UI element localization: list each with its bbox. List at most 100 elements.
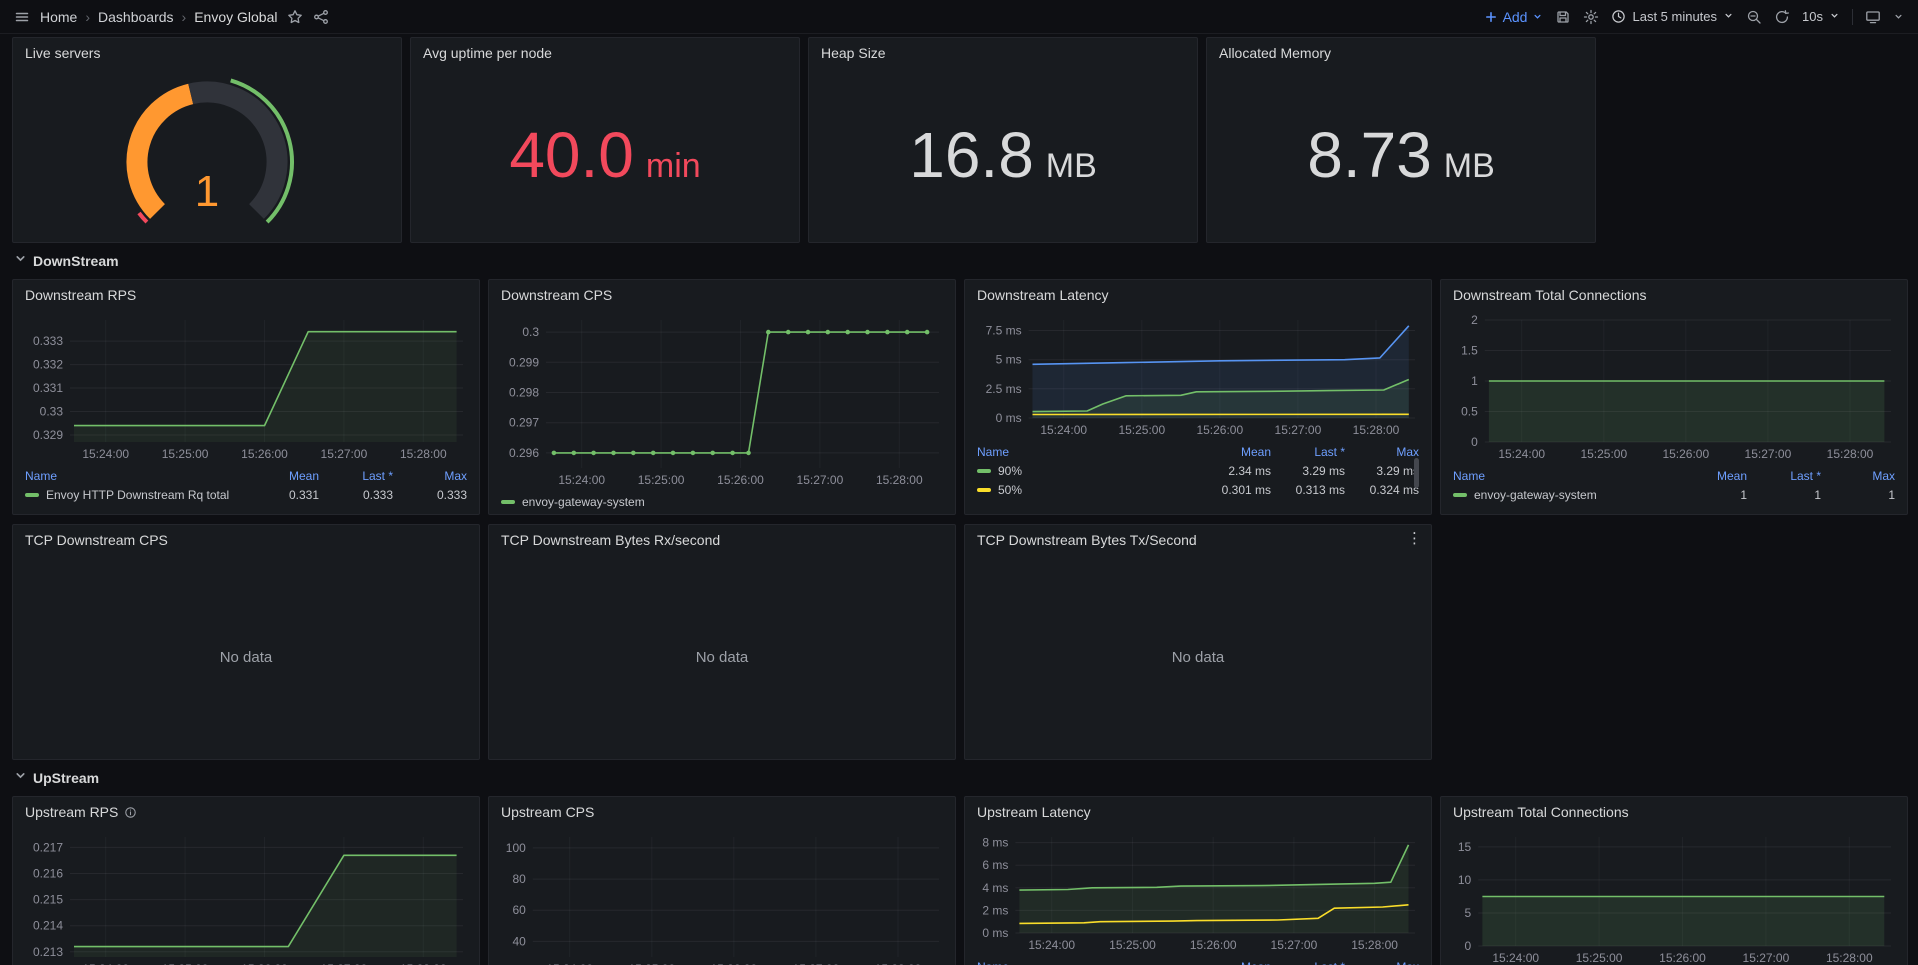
legend-series-marker xyxy=(1453,493,1467,497)
legend-row: 99%4.89 ms8 ms8 ms xyxy=(977,499,1419,504)
time-series-chart[interactable]: 15:24:0015:25:0015:26:0015:27:0015:28:00… xyxy=(23,312,469,464)
svg-text:15:26:00: 15:26:00 xyxy=(1196,423,1243,437)
time-series-chart[interactable]: 15:24:0015:25:0015:26:0015:27:0015:28:00… xyxy=(23,829,469,965)
panel-title[interactable]: TCP Downstream Bytes Rx/second xyxy=(489,525,955,555)
time-series-chart[interactable]: 15:24:0015:25:0015:26:0015:27:0015:28:00… xyxy=(1451,829,1897,965)
legend-series-marker xyxy=(977,488,991,492)
stat-value: 40.0 xyxy=(509,123,634,187)
panel-title[interactable]: TCP Downstream CPS xyxy=(13,525,479,555)
svg-text:7.5 ms: 7.5 ms xyxy=(986,324,1022,338)
panel-live-servers: Live servers 1 xyxy=(12,37,402,243)
panel-title[interactable]: Downstream RPS xyxy=(13,280,479,310)
panel-title[interactable]: Upstream Latency xyxy=(965,797,1431,827)
panel-title[interactable]: Live servers xyxy=(13,38,401,68)
legend-series-marker xyxy=(25,493,39,497)
svg-text:0.3: 0.3 xyxy=(522,325,539,339)
time-series-chart[interactable]: 15:24:0015:25:0015:26:0015:27:0015:28:00… xyxy=(1451,312,1897,464)
legend-row: envoy-gateway-system xyxy=(501,492,943,511)
section-downstream-header[interactable]: DownStream xyxy=(14,243,119,279)
svg-text:15:27:00: 15:27:00 xyxy=(1275,423,1322,437)
section-upstream-header[interactable]: UpStream xyxy=(14,760,99,796)
breadcrumb: Home › Dashboards › Envoy Global xyxy=(40,9,277,25)
chart-legend: NameMeanLast *Max Envoy HTTP Downstream R… xyxy=(25,466,467,504)
panel-title[interactable]: Avg uptime per node xyxy=(411,38,799,68)
gauge-body: 1 xyxy=(13,68,401,242)
legend-series-label[interactable]: Envoy HTTP Downstream Rq total xyxy=(25,488,245,502)
svg-text:0.299: 0.299 xyxy=(509,355,539,369)
panel-title[interactable]: Downstream CPS xyxy=(489,280,955,310)
chevron-down-icon xyxy=(14,769,27,787)
svg-text:0.296: 0.296 xyxy=(509,446,539,460)
panel-title[interactable]: TCP Downstream Bytes Tx/Second xyxy=(965,525,1431,555)
svg-text:40: 40 xyxy=(512,934,526,948)
svg-text:15:27:00: 15:27:00 xyxy=(321,447,368,461)
legend-header: NameMeanLast *Max xyxy=(25,466,467,485)
svg-text:0.216: 0.216 xyxy=(33,867,63,881)
panel-title[interactable]: Heap Size xyxy=(809,38,1197,68)
panel-title[interactable]: Allocated Memory xyxy=(1207,38,1595,68)
svg-text:15:28:00: 15:28:00 xyxy=(400,447,447,461)
svg-text:60: 60 xyxy=(512,903,526,917)
panel-downstream-cps: Downstream CPS 15:24:0015:25:0015:26:001… xyxy=(488,279,956,515)
legend-series-label[interactable]: envoy-gateway-system xyxy=(1453,488,1673,502)
panel-title[interactable]: Downstream Latency xyxy=(965,280,1431,310)
section-title: UpStream xyxy=(33,770,99,786)
legend-series-label[interactable]: 90% xyxy=(977,464,1197,478)
svg-text:0.215: 0.215 xyxy=(33,893,63,907)
refresh-interval-dropdown[interactable]: 10s xyxy=(1802,9,1840,24)
legend-series-label[interactable]: envoy-gateway-system xyxy=(501,495,943,509)
svg-text:0.333: 0.333 xyxy=(33,334,63,348)
svg-text:0.5: 0.5 xyxy=(1461,405,1478,419)
info-icon[interactable] xyxy=(124,806,137,819)
time-series-chart[interactable]: 15:24:0015:25:0015:26:0015:27:0015:28:00… xyxy=(499,829,945,965)
chevron-down-icon xyxy=(1723,9,1734,24)
panel-title[interactable]: Downstream Total Connections xyxy=(1441,280,1907,310)
save-dashboard-icon[interactable] xyxy=(1555,9,1571,25)
svg-text:2 ms: 2 ms xyxy=(982,903,1008,917)
svg-text:0.217: 0.217 xyxy=(33,840,63,854)
share-icon[interactable] xyxy=(313,9,329,25)
breadcrumb-home[interactable]: Home xyxy=(40,9,77,25)
legend-scrollbar[interactable] xyxy=(1414,458,1419,488)
chevron-down-icon xyxy=(14,252,27,270)
svg-text:15:26:00: 15:26:00 xyxy=(717,473,764,487)
panel-tcp-downstream-cps: TCP Downstream CPS No data xyxy=(12,524,480,760)
row-downstream-2: TCP Downstream CPS No data TCP Downstrea… xyxy=(12,524,1432,760)
svg-text:15:27:00: 15:27:00 xyxy=(1745,447,1792,461)
hamburger-menu-icon[interactable] xyxy=(14,9,30,25)
legend-header: NameMeanLast *Max xyxy=(977,442,1419,461)
legend-row: envoy-gateway-system111 xyxy=(1453,485,1895,504)
svg-text:15:24:00: 15:24:00 xyxy=(1028,938,1075,952)
panel-upstream-latency: Upstream Latency 15:24:0015:25:0015:26:0… xyxy=(964,796,1432,965)
breadcrumb-separator: › xyxy=(182,9,187,25)
legend-series-marker xyxy=(501,500,515,504)
legend-series-label[interactable]: 50% xyxy=(977,483,1197,497)
svg-text:15:27:00: 15:27:00 xyxy=(1743,951,1790,965)
panel-title[interactable]: Upstream RPS xyxy=(13,797,479,827)
panel-title[interactable]: Upstream CPS xyxy=(489,797,955,827)
panel-menu-kebab-icon[interactable]: ⋮ xyxy=(1407,531,1422,546)
favorite-star-icon[interactable] xyxy=(287,9,303,25)
chevron-down-icon xyxy=(1532,9,1543,25)
breadcrumb-dashboards[interactable]: Dashboards xyxy=(98,9,174,25)
time-series-chart[interactable]: 15:24:0015:25:0015:26:0015:27:0015:28:00… xyxy=(499,312,945,490)
time-series-chart[interactable]: 15:24:0015:25:0015:26:0015:27:0015:28:00… xyxy=(975,312,1421,440)
svg-text:15:26:00: 15:26:00 xyxy=(1662,447,1709,461)
stat-unit: MB xyxy=(1046,149,1097,183)
time-range-picker[interactable]: Last 5 minutes xyxy=(1611,9,1734,24)
svg-text:0 ms: 0 ms xyxy=(982,926,1008,940)
settings-gear-icon[interactable] xyxy=(1583,9,1599,25)
refresh-icon[interactable] xyxy=(1774,9,1790,25)
svg-text:15:25:00: 15:25:00 xyxy=(1576,951,1623,965)
legend-header: NameMeanLast *Max xyxy=(977,957,1419,965)
time-series-chart[interactable]: 15:24:0015:25:0015:26:0015:27:0015:28:00… xyxy=(975,829,1421,955)
zoom-out-icon[interactable] xyxy=(1746,9,1762,25)
chevron-down-icon[interactable] xyxy=(1893,11,1904,22)
add-button[interactable]: Add xyxy=(1484,9,1544,25)
legend-series-label[interactable]: 99% xyxy=(977,502,1197,505)
chevron-down-icon xyxy=(1829,9,1840,24)
svg-text:15:25:00: 15:25:00 xyxy=(1118,423,1165,437)
panel-title[interactable]: Upstream Total Connections xyxy=(1441,797,1907,827)
tv-mode-icon[interactable] xyxy=(1865,9,1881,25)
stat-value: 8.73 xyxy=(1307,123,1432,187)
